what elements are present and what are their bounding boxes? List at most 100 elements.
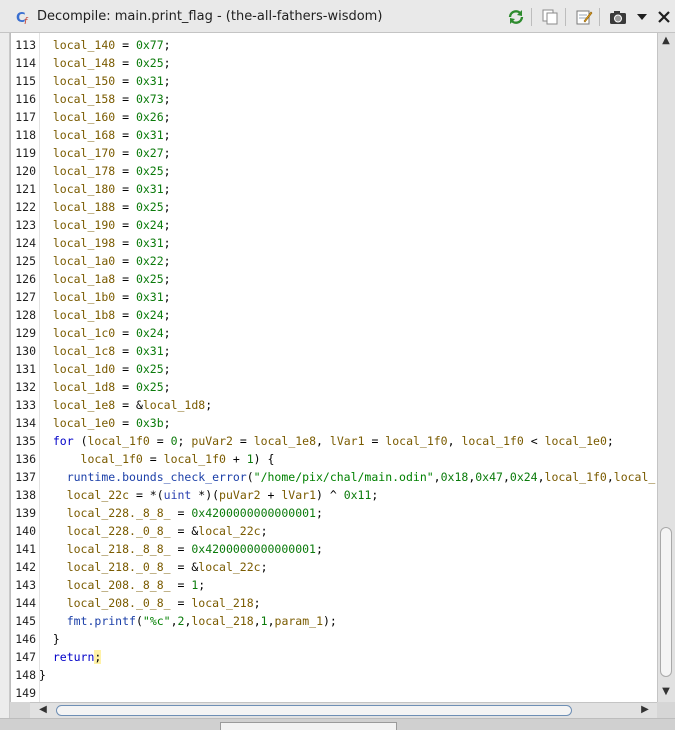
code-token[interactable]: local_22c [67,488,129,502]
code-token[interactable]: 0x25 [136,272,164,286]
code-line[interactable]: local_188 = 0x25; [39,198,171,216]
code-token[interactable]: + [226,452,247,466]
code-token[interactable]: 0x25 [136,362,164,376]
code-token[interactable]: local_148 [53,56,115,70]
code-token[interactable] [39,128,53,142]
code-token[interactable]: = [115,326,136,340]
code-token[interactable] [39,434,53,448]
code-token[interactable]: local_1c0 [53,326,115,340]
code-token[interactable]: ; [198,578,205,592]
code-token[interactable] [39,452,81,466]
code-token[interactable]: local_1f0 [545,470,607,484]
code-token[interactable]: puVar2 [191,434,233,448]
code-token[interactable]: local_1d0 [53,362,115,376]
code-token[interactable]: = [115,56,136,70]
code-token[interactable]: = [115,200,136,214]
code-token[interactable]: local_1b0 [53,290,115,304]
code-token[interactable]: local_1f0 [81,452,143,466]
code-token[interactable]: ; [164,182,171,196]
code-token[interactable]: local_218 [191,614,253,628]
code-token[interactable]: ; [164,128,171,142]
code-token[interactable] [39,398,53,412]
code-token[interactable]: local_1e8 [53,398,115,412]
code-token[interactable]: ; [164,344,171,358]
code-token[interactable] [39,74,53,88]
code-token[interactable]: local_1f0 [461,434,523,448]
code-line[interactable]: local_168 = 0x31; [39,126,171,144]
code-token[interactable]: 0x27 [136,146,164,160]
code-line[interactable]: local_190 = 0x24; [39,216,171,234]
code-token[interactable]: local_218._0_8_ [67,560,171,574]
code-token[interactable]: local_1e8 [254,434,316,448]
code-token[interactable] [39,560,67,574]
code-token[interactable]: , [607,470,614,484]
code-token[interactable] [39,146,53,160]
code-line[interactable]: local_22c = *(uint *)(puVar2 + lVar1) ^ … [39,486,379,504]
code-token[interactable]: ; [164,380,171,394]
code-token[interactable]: 0x25 [136,200,164,214]
code-token[interactable]: = [143,452,164,466]
code-token[interactable]: , [503,470,510,484]
code-token[interactable]: ; [164,56,171,70]
code-token[interactable]: local_1b8 [53,308,115,322]
code-line[interactable]: local_1c8 = 0x31; [39,342,171,360]
code-token[interactable]: local_188 [53,200,115,214]
code-token[interactable]: = [171,578,192,592]
code-token[interactable]: = [115,290,136,304]
code-token[interactable]: return [53,650,95,664]
code-token[interactable] [39,344,53,358]
code-line[interactable]: fmt.printf("%c",2,local_218,1,param_1); [39,612,337,630]
code-token[interactable]: 0x31 [136,344,164,358]
code-token[interactable]: local_1f0 [164,452,226,466]
code-token[interactable]: lVar1 [330,434,365,448]
code-line[interactable]: local_160 = 0x26; [39,108,171,126]
code-line[interactable]: local_1a8 = 0x25; [39,270,171,288]
code-token[interactable]: local_140 [53,38,115,52]
code-token[interactable]: = [365,434,386,448]
code-token[interactable]: ; [205,398,212,412]
code-line[interactable]: local_180 = 0x31; [39,180,171,198]
code-token[interactable]: = [115,380,136,394]
code-token[interactable]: ; [316,506,323,520]
code-token[interactable] [39,182,53,196]
code-line[interactable]: local_1b8 = 0x24; [39,306,171,324]
code-token[interactable]: = [115,362,136,376]
code-token[interactable]: 0x31 [136,290,164,304]
code-token[interactable]: local_1c8 [53,344,115,358]
code-token[interactable] [39,308,53,322]
code-line[interactable]: local_1e8 = &local_1d8; [39,396,212,414]
code-token[interactable] [39,218,53,232]
code-token[interactable]: ) ^ [316,488,344,502]
code-token[interactable]: = & [171,524,198,538]
code-token[interactable]: 0x18 [441,470,469,484]
code-token[interactable] [39,272,53,286]
code-token[interactable]: ; [164,92,171,106]
code-line[interactable]: local_208._0_8_ = local_218; [39,594,261,612]
code-token[interactable]: puVar2 [219,488,261,502]
view-menu-button[interactable] [632,7,652,27]
code-token[interactable]: local_1f0 [88,434,150,448]
code-token[interactable] [39,614,67,628]
code-token[interactable]: local_1d8 [53,380,115,394]
scroll-right-arrow-icon[interactable]: ▶ [638,704,652,716]
code-token[interactable]: ; [371,488,378,502]
code-token[interactable]: ; [164,38,171,52]
code-token[interactable]: local_158 [53,92,115,106]
code-token[interactable] [39,38,53,52]
code-token[interactable]: ; [164,164,171,178]
code-line[interactable]: local_1d0 = 0x25; [39,360,171,378]
code-token[interactable]: ( [247,470,254,484]
code-token[interactable]: = & [171,560,198,574]
code-line[interactable]: } [39,630,60,648]
code-token[interactable]: 0x22 [136,254,164,268]
code-token[interactable] [39,200,53,214]
code-token[interactable] [39,110,53,124]
code-token[interactable]: , [316,434,330,448]
vertical-scrollbar[interactable]: ▲ ▼ [657,33,675,702]
code-line[interactable]: local_198 = 0x31; [39,234,171,252]
code-token[interactable]: local_1d8 [143,398,205,412]
snapshot-button[interactable] [608,7,628,27]
code-token[interactable]: local_1e0 [545,434,607,448]
refresh-button[interactable] [506,7,526,27]
code-token[interactable]: fmt.printf [67,614,136,628]
